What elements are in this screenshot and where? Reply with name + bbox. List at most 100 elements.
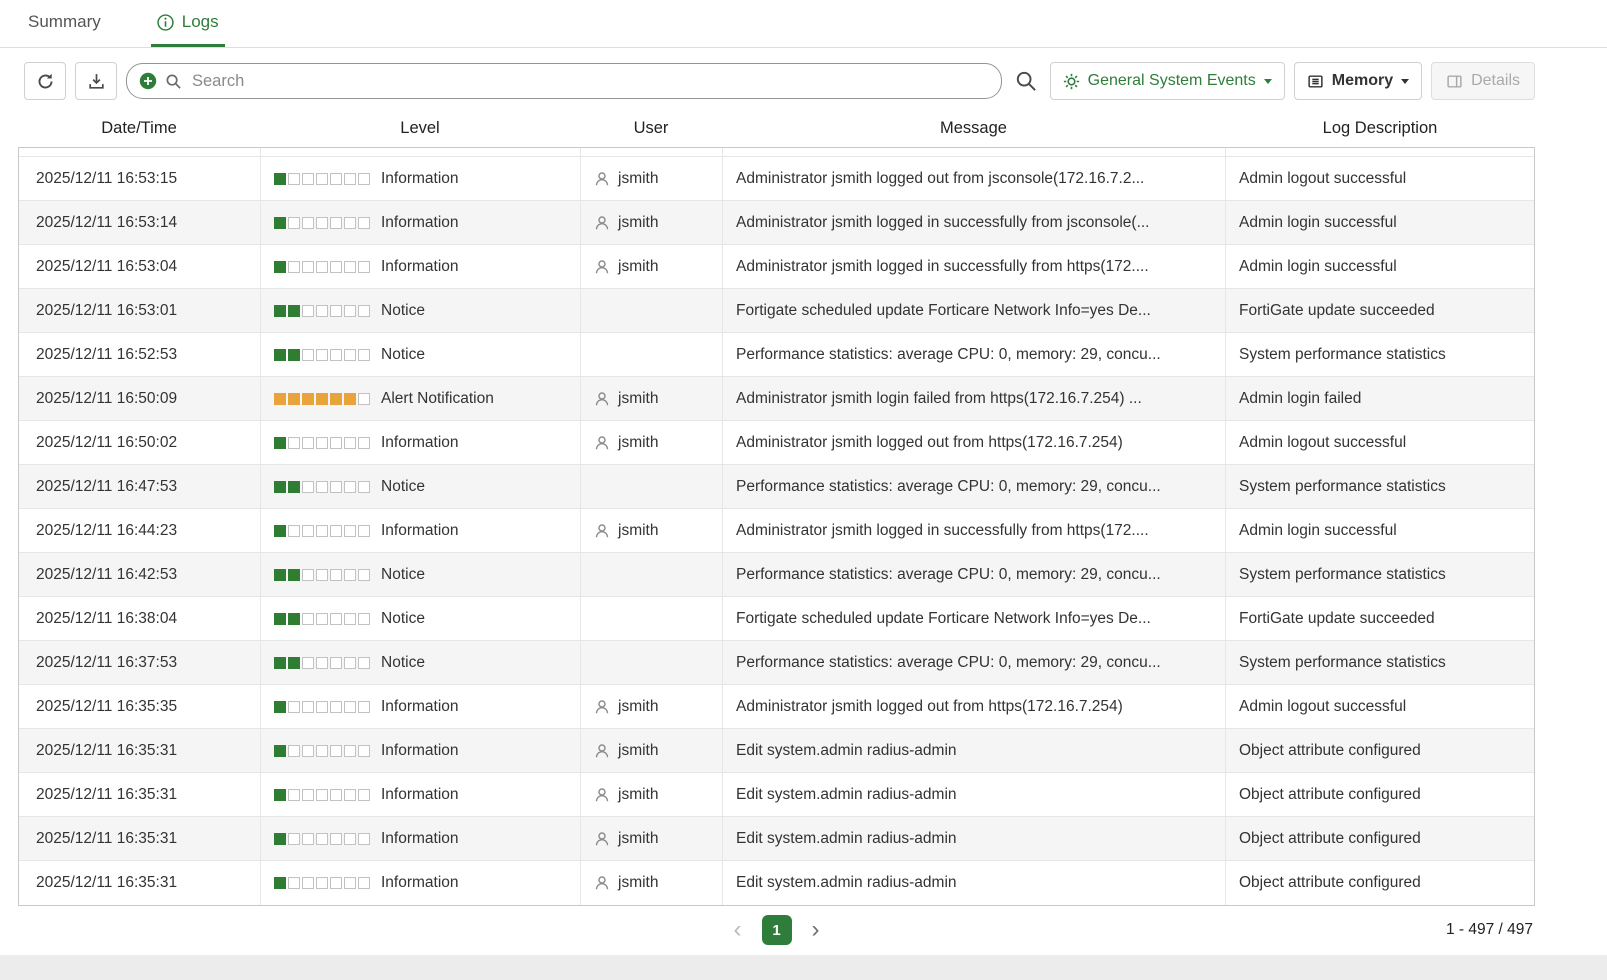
table-row[interactable]: 2025/12/11 16:35:31 Information jsmith E…	[19, 729, 1534, 773]
description-cell: Object attribute configured	[1226, 729, 1534, 772]
datetime-cell: 2025/12/11 16:35:31	[19, 773, 261, 816]
refresh-button[interactable]	[24, 62, 66, 100]
datetime-cell: 2025/12/11 16:35:31	[19, 729, 261, 772]
event-type-dropdown[interactable]: General System Events	[1050, 62, 1285, 100]
tab-logs[interactable]: Logs	[151, 0, 225, 47]
level-square	[288, 173, 300, 185]
level-cell: Information	[261, 421, 581, 464]
search-box[interactable]	[126, 63, 1002, 99]
table-row[interactable]: 2025/12/11 16:35:35 Information jsmith A…	[19, 685, 1534, 729]
level-square	[358, 877, 370, 889]
level-indicator	[274, 569, 370, 581]
table-row[interactable]: 2025/12/11 16:35:31 Information jsmith E…	[19, 861, 1534, 905]
description-cell: System performance statistics	[1226, 333, 1534, 376]
table-row[interactable]: 2025/12/11 16:44:23 Information jsmith A…	[19, 509, 1534, 553]
description-cell: FortiGate update succeeded	[1226, 289, 1534, 332]
column-header-datetime[interactable]: Date/Time	[18, 110, 260, 147]
datetime-cell: 2025/12/11 16:37:53	[19, 641, 261, 684]
level-square	[330, 657, 342, 669]
tab-summary[interactable]: Summary	[22, 0, 107, 47]
column-header-message[interactable]: Message	[722, 110, 1225, 147]
user-cell	[581, 333, 723, 376]
level-square	[302, 613, 314, 625]
previous-page-button[interactable]: ‹	[730, 918, 746, 942]
search-input[interactable]	[190, 71, 989, 92]
level-square	[344, 613, 356, 625]
level-square	[288, 569, 300, 581]
bottom-strip	[0, 955, 1607, 980]
description-cell: System performance statistics	[1226, 553, 1534, 596]
level-square	[358, 701, 370, 713]
level-indicator	[274, 789, 370, 801]
description-cell: Object attribute configured	[1226, 817, 1534, 860]
table-row[interactable]: 2025/12/11 16:53:15 Information jsmith A…	[19, 157, 1534, 201]
description-cell: Admin login successful	[1226, 509, 1534, 552]
search-icon	[165, 73, 182, 90]
user-label: jsmith	[618, 786, 658, 804]
table-row[interactable]: 2025/12/11 16:53:14 Information jsmith A…	[19, 201, 1534, 245]
add-filter-icon[interactable]	[139, 72, 157, 90]
user-icon	[594, 435, 610, 451]
level-square	[288, 393, 300, 405]
next-page-button[interactable]: ›	[808, 918, 824, 942]
tab-summary-label: Summary	[28, 12, 101, 32]
user-cell: jsmith	[581, 729, 723, 772]
user-label: jsmith	[618, 522, 658, 540]
user-icon	[594, 259, 610, 275]
level-square	[344, 701, 356, 713]
level-square	[344, 745, 356, 757]
level-square	[274, 261, 286, 273]
level-square	[288, 613, 300, 625]
level-square	[274, 745, 286, 757]
table-row[interactable]: 2025/12/11 16:42:53 Notice Performance s…	[19, 553, 1534, 597]
log-source-dropdown[interactable]: Memory	[1294, 62, 1422, 100]
level-cell: Notice	[261, 553, 581, 596]
level-square	[274, 701, 286, 713]
current-page-badge[interactable]: 1	[762, 915, 792, 945]
level-square	[302, 525, 314, 537]
table-row[interactable]: 2025/12/11 16:52:53 Notice Performance s…	[19, 333, 1534, 377]
column-header-user[interactable]: User	[580, 110, 722, 147]
level-square	[316, 789, 328, 801]
table-row[interactable]: 2025/12/11 16:35:31 Information jsmith E…	[19, 817, 1534, 861]
level-cell: Notice	[261, 641, 581, 684]
table-row[interactable]: 2025/12/11 16:53:01 Notice Fortigate sch…	[19, 289, 1534, 333]
level-square	[302, 833, 314, 845]
table-row[interactable]: 2025/12/11 16:50:02 Information jsmith A…	[19, 421, 1534, 465]
level-square	[274, 613, 286, 625]
level-square	[302, 569, 314, 581]
level-square	[302, 217, 314, 229]
level-indicator	[274, 877, 370, 889]
level-label: Information	[381, 522, 459, 540]
level-square	[344, 569, 356, 581]
table-row[interactable]: 2025/12/11 16:37:53 Notice Performance s…	[19, 641, 1534, 685]
table-row[interactable]: 2025/12/11 16:38:04 Notice Fortigate sch…	[19, 597, 1534, 641]
log-viewer-page: Summary Logs	[0, 0, 1607, 980]
level-square	[316, 305, 328, 317]
level-square	[316, 833, 328, 845]
column-header-level[interactable]: Level	[260, 110, 580, 147]
table-row[interactable]: 2025/12/11 16:53:04 Information jsmith A…	[19, 245, 1534, 289]
level-square	[344, 173, 356, 185]
description-cell: System performance statistics	[1226, 641, 1534, 684]
table-row[interactable]: 2025/12/11 16:50:09 Alert Notification j…	[19, 377, 1534, 421]
search-submit-button[interactable]	[1011, 70, 1041, 92]
table-row[interactable]: 2025/12/11 16:47:53 Notice Performance s…	[19, 465, 1534, 509]
level-cell: Notice	[261, 597, 581, 640]
level-square	[274, 173, 286, 185]
level-cell: Information	[261, 201, 581, 244]
level-square	[288, 745, 300, 757]
user-cell: jsmith	[581, 245, 723, 288]
table-row[interactable]: 2025/12/11 16:35:31 Information jsmith E…	[19, 773, 1534, 817]
column-header-description[interactable]: Log Description	[1225, 110, 1535, 147]
level-label: Information	[381, 214, 459, 232]
message-cell: Performance statistics: average CPU: 0, …	[723, 465, 1226, 508]
download-button[interactable]	[75, 62, 117, 100]
description-cell: Object attribute configured	[1226, 773, 1534, 816]
level-square	[288, 833, 300, 845]
info-icon	[157, 14, 174, 31]
level-label: Information	[381, 434, 459, 452]
user-cell	[581, 553, 723, 596]
partial-row	[19, 148, 1534, 157]
level-square	[330, 569, 342, 581]
